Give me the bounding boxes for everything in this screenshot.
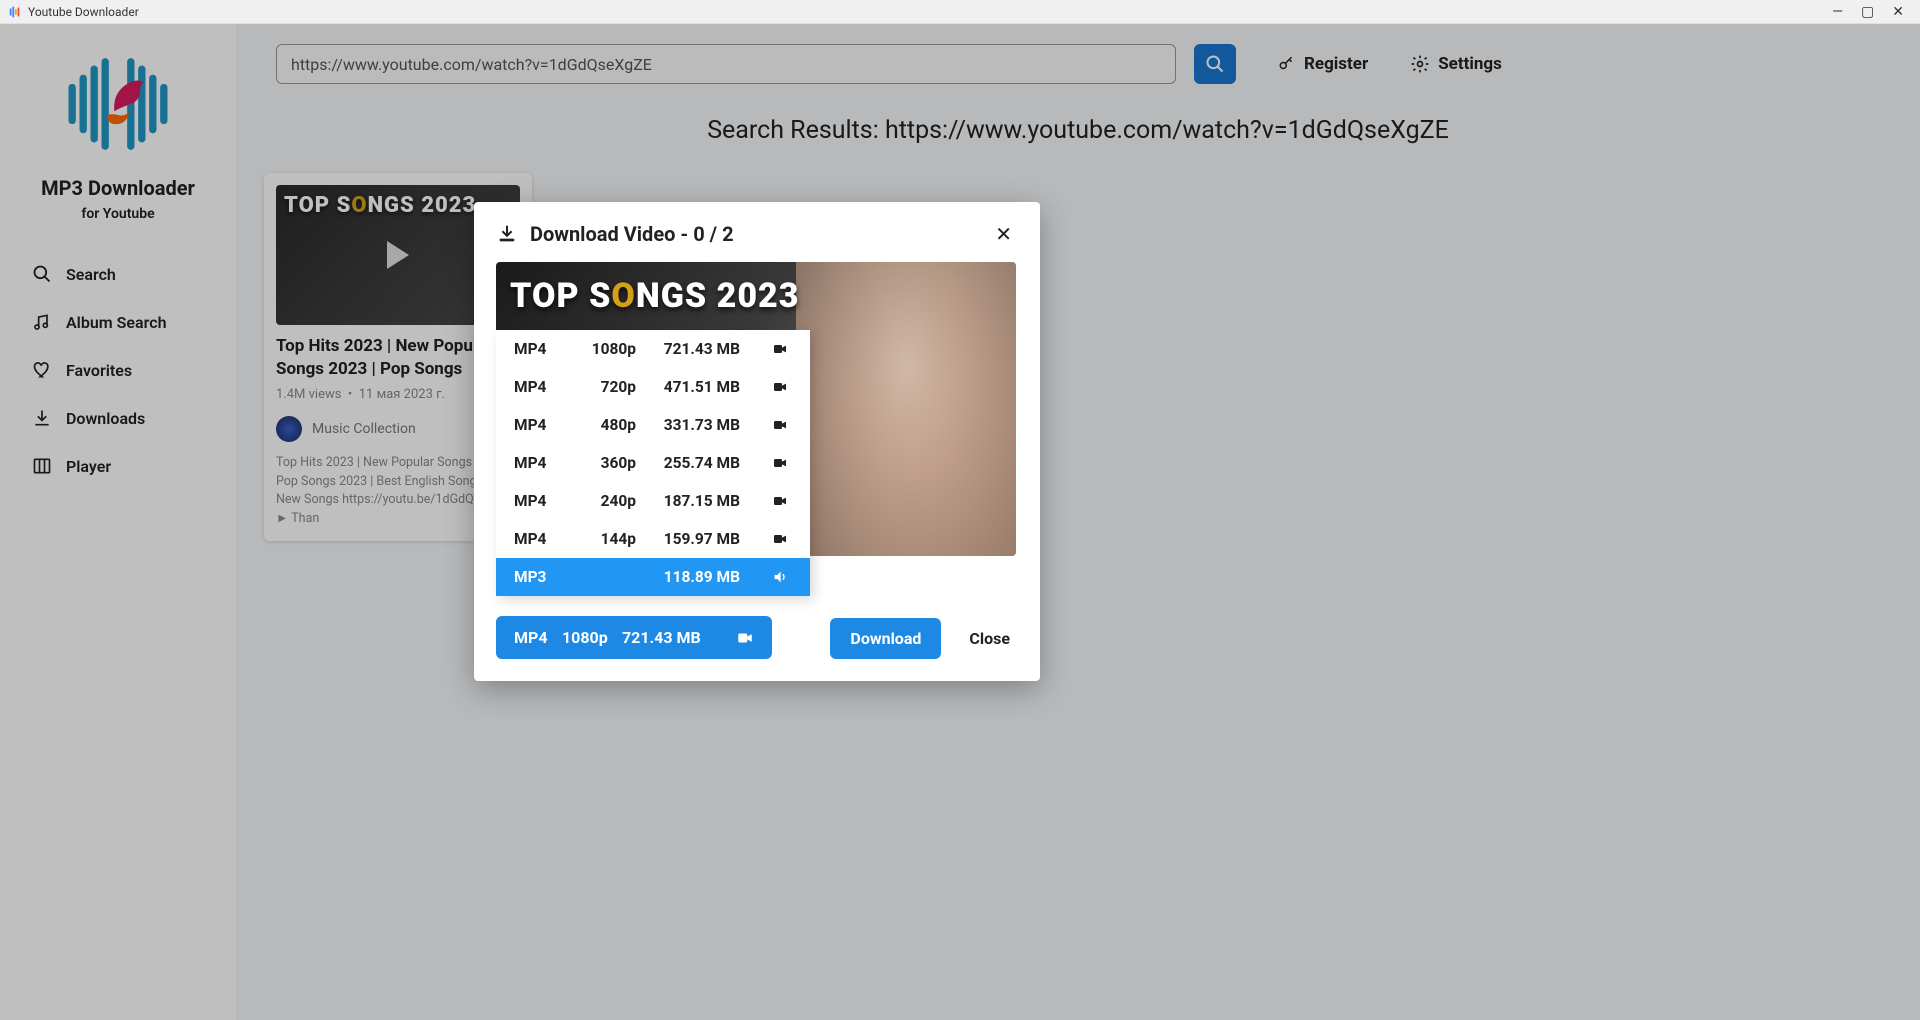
window-titlebar: Youtube Downloader — ▢ ✕ [0, 0, 1920, 24]
format-resolution: 480p [572, 416, 636, 434]
format-resolution: 720p [572, 378, 636, 396]
format-label: MP3 [514, 568, 572, 586]
format-label: MP4 [514, 454, 572, 472]
video-icon [768, 341, 792, 357]
format-size: 721.43 MB [636, 340, 768, 358]
modal-thumb-text: TOP SONGS 2023 [510, 276, 799, 316]
window-controls: — ▢ ✕ [1832, 5, 1912, 19]
video-icon [768, 493, 792, 509]
close-button[interactable]: Close [961, 618, 1018, 659]
format-label: MP4 [514, 530, 572, 548]
audio-icon [768, 569, 792, 585]
format-option[interactable]: MP3 118.89 MB [496, 558, 810, 596]
close-window-button[interactable]: ✕ [1892, 5, 1904, 19]
download-button[interactable]: Download [830, 618, 941, 659]
selected-format: MP4 [514, 628, 562, 647]
format-option[interactable]: MP4720p471.51 MB [496, 368, 810, 406]
format-label: MP4 [514, 340, 572, 358]
minimize-button[interactable]: — [1832, 5, 1843, 19]
format-size: 331.73 MB [636, 416, 768, 434]
format-size: 159.97 MB [636, 530, 768, 548]
format-option[interactable]: MP4360p255.74 MB [496, 444, 810, 482]
video-icon [768, 455, 792, 471]
video-icon [768, 417, 792, 433]
format-option[interactable]: MP4144p159.97 MB [496, 520, 810, 558]
format-resolution: 1080p [572, 340, 636, 358]
format-resolution: 360p [572, 454, 636, 472]
modal-title: Download Video - 0 / 2 [530, 222, 734, 246]
app-icon [8, 5, 22, 19]
selected-resolution: 1080p [562, 628, 622, 647]
format-size: 471.51 MB [636, 378, 768, 396]
video-icon [768, 379, 792, 395]
format-menu: MP41080p721.43 MBMP4720p471.51 MBMP4480p… [496, 330, 810, 596]
modal-close-button[interactable]: ✕ [989, 220, 1018, 248]
format-label: MP4 [514, 492, 572, 510]
format-size: 118.89 MB [636, 568, 768, 586]
maximize-button[interactable]: ▢ [1861, 5, 1874, 19]
format-option[interactable]: MP41080p721.43 MB [496, 330, 810, 368]
download-modal: Download Video - 0 / 2 ✕ TOP SONGS 2023 … [474, 202, 1040, 681]
format-size: 255.74 MB [636, 454, 768, 472]
format-label: MP4 [514, 378, 572, 396]
video-icon [768, 531, 792, 547]
format-label: MP4 [514, 416, 572, 434]
format-resolution: 240p [572, 492, 636, 510]
format-option[interactable]: MP4240p187.15 MB [496, 482, 810, 520]
selected-format-button[interactable]: MP4 1080p 721.43 MB [496, 616, 772, 659]
download-icon [496, 223, 518, 245]
selected-size: 721.43 MB [622, 628, 726, 647]
window-title: Youtube Downloader [28, 5, 139, 19]
format-option[interactable]: MP4480p331.73 MB [496, 406, 810, 444]
format-size: 187.15 MB [636, 492, 768, 510]
video-icon [726, 629, 754, 647]
format-resolution: 144p [572, 530, 636, 548]
